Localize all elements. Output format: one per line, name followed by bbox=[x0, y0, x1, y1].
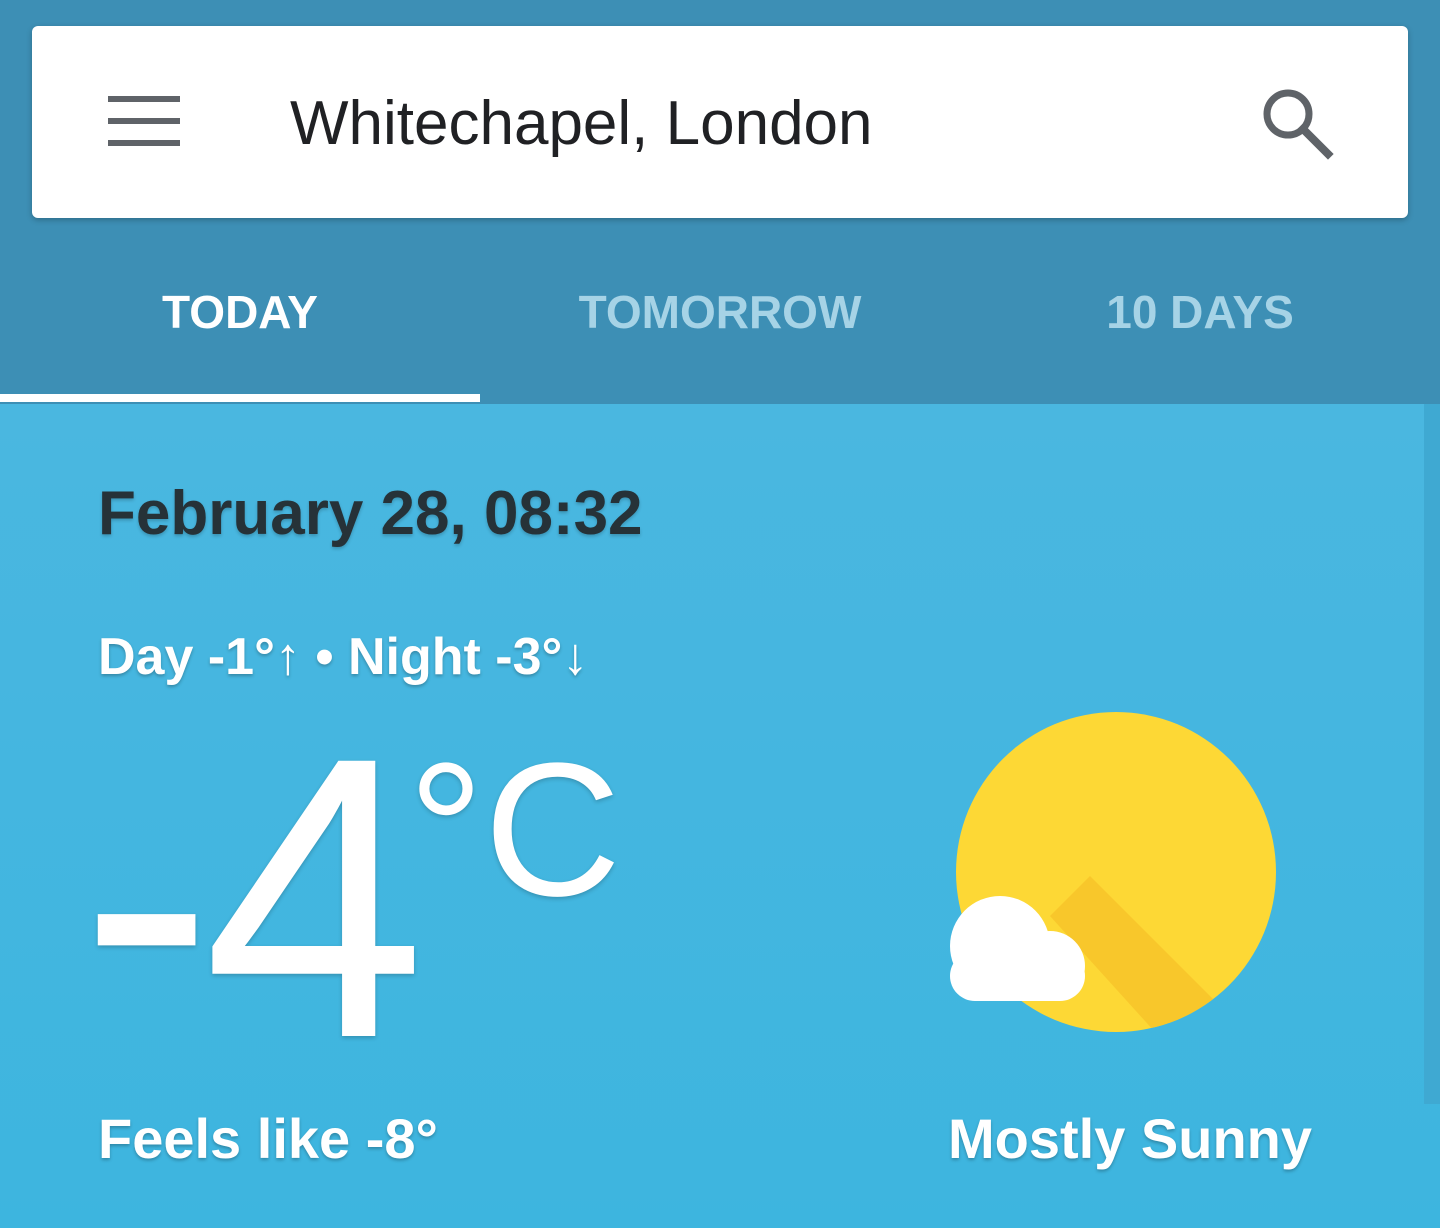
tab-tomorrow[interactable]: TOMORROW bbox=[480, 270, 960, 354]
date-time: February 28, 08:32 bbox=[98, 479, 643, 548]
active-tab-indicator bbox=[0, 394, 480, 402]
tab-10-days[interactable]: 10 DAYS bbox=[960, 270, 1440, 354]
search-icon[interactable] bbox=[1256, 84, 1336, 164]
sun-with-cloud-icon bbox=[940, 706, 1290, 1046]
current-temperature: -4 bbox=[80, 674, 426, 1121]
temperature-unit: °C bbox=[408, 724, 622, 936]
tab-today[interactable]: TODAY bbox=[0, 270, 480, 354]
scrollbar[interactable] bbox=[1424, 404, 1440, 1104]
hamburger-menu-icon[interactable] bbox=[108, 96, 180, 148]
weather-condition: Mostly Sunny bbox=[948, 1107, 1313, 1170]
feels-like: Feels like -8° bbox=[98, 1107, 438, 1170]
location-input[interactable]: Whitechapel, London bbox=[290, 84, 873, 164]
